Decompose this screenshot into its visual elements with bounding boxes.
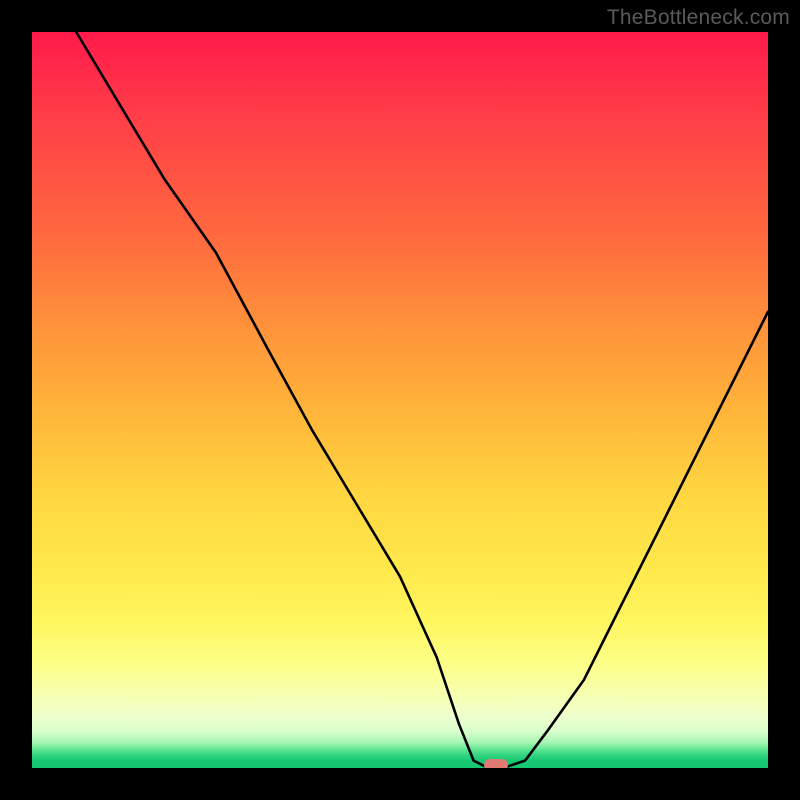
plot-area [32, 32, 768, 768]
bottleneck-curve [32, 32, 768, 768]
watermark-text: TheBottleneck.com [607, 6, 790, 30]
chart-frame: TheBottleneck.com [0, 0, 800, 800]
optimal-point-marker [484, 759, 508, 768]
